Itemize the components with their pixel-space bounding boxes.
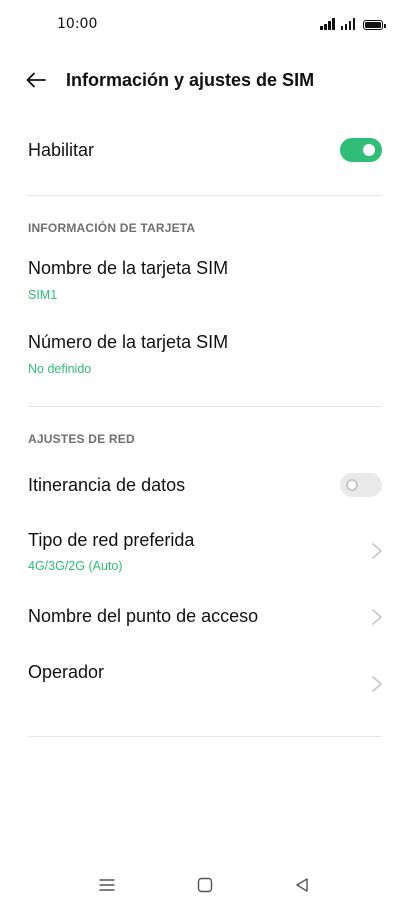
back-button[interactable] [24,68,48,92]
home-button[interactable] [194,874,216,896]
app-bar: Información y ajustes de SIM [0,60,409,102]
sim-name-value: SIM1 [28,288,58,302]
operator-row[interactable]: Operador [0,652,409,710]
operator-title: Operador [28,662,105,682]
divider [28,406,382,407]
back-nav-button[interactable] [291,874,313,896]
section-header-network: AJUSTES DE RED [28,432,135,446]
preferred-network-value: 4G/3G/2G (Auto) [28,559,123,573]
status-bar: 10:00 [0,0,409,50]
sim-number-value: No definido [28,362,92,376]
enable-row[interactable]: Habilitar [0,128,409,174]
signal-icon [340,18,355,30]
chevron-right-icon [372,543,382,559]
recents-button[interactable] [96,874,118,896]
preferred-network-title: Tipo de red preferida [28,530,195,550]
apn-row[interactable]: Nombre del punto de acceso [0,596,409,640]
sim-name-row[interactable]: Nombre de la tarjeta SIM SIM1 [0,250,409,308]
home-icon [197,877,213,893]
battery-fill [365,22,381,28]
toggle-knob [363,144,375,156]
apn-title: Nombre del punto de acceso [28,606,259,626]
page-title: Información y ajustes de SIM [66,70,315,90]
arrow-left-icon [26,72,46,88]
menu-icon [99,879,115,891]
enable-label: Habilitar [28,140,95,160]
roaming-row[interactable]: Itinerancia de datos [0,462,409,508]
preferred-network-row[interactable]: Tipo de red preferida 4G/3G/2G (Auto) [0,522,409,580]
sim-number-row[interactable]: Número de la tarjeta SIM No definido [0,324,409,382]
roaming-toggle[interactable] [340,473,382,497]
sim-number-title: Número de la tarjeta SIM [28,332,229,352]
enable-toggle[interactable] [340,138,382,162]
status-time: 10:00 [57,16,98,32]
divider [28,195,382,196]
back-triangle-icon [296,878,308,892]
roaming-label: Itinerancia de datos [28,475,186,495]
chevron-right-icon [372,676,382,692]
sim-name-title: Nombre de la tarjeta SIM [28,258,229,278]
navigation-bar [0,860,409,910]
battery-icon [363,20,386,30]
divider [28,736,382,737]
section-header-card-info: INFORMACIÓN DE TARJETA [28,221,196,235]
toggle-knob [346,479,358,491]
signal-icon [320,18,335,30]
status-icons [320,18,386,30]
chevron-right-icon [372,609,382,625]
